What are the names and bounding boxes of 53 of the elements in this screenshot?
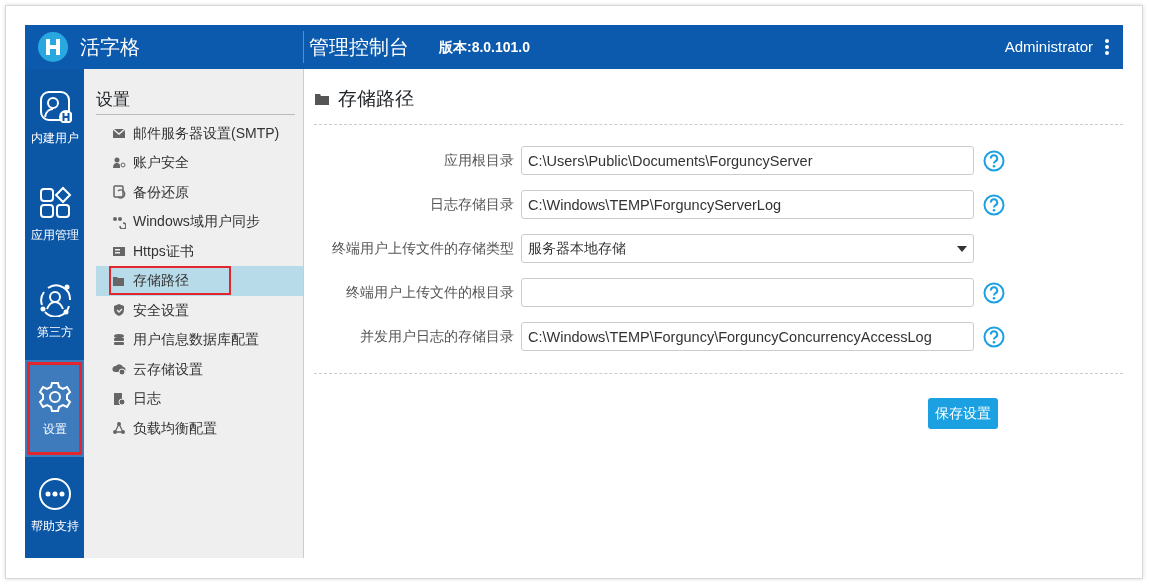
rail-item[interactable]: 帮助支持 <box>25 457 84 554</box>
field-label: 日志存储目录 <box>429 195 515 214</box>
console-title: 管理控制台 <box>309 35 409 60</box>
field-label: 终端用户上传文件的根目录 <box>345 283 515 302</box>
menu-item[interactable]: 用户信息数据库配置 <box>96 325 303 355</box>
help-icon[interactable] <box>983 281 1005 304</box>
user-key-icon <box>112 155 126 170</box>
field-label: 终端用户上传文件的存储类型 <box>331 239 515 258</box>
rail-item[interactable]: 内建用户 <box>25 69 84 166</box>
help-icon[interactable] <box>983 149 1005 172</box>
menu-item[interactable]: 云存储设置 <box>96 354 303 384</box>
menu-item[interactable]: Https证书 <box>96 236 303 266</box>
input-field[interactable]: C:\Windows\TEMP\Forguncy\ForguncyConcurrencyAccessLog <box>521 322 974 351</box>
rail-item[interactable]: 第三方 <box>25 263 84 360</box>
menu-item[interactable]: 邮件服务器设置(SMTP) <box>96 118 303 148</box>
network-icon <box>112 421 126 436</box>
logo-icon <box>38 32 68 62</box>
help-icon[interactable] <box>983 325 1005 348</box>
brand-name: 活字格 <box>80 35 140 60</box>
settings-icon <box>37 379 72 414</box>
user-orbit-icon <box>37 282 72 317</box>
input-field[interactable]: C:\Windows\TEMP\ForguncyServerLog <box>521 190 974 219</box>
input-field[interactable] <box>521 278 974 307</box>
menu-item[interactable]: 负载均衡配置 <box>96 413 303 443</box>
menu-item[interactable]: Windows域用户同步 <box>96 207 303 237</box>
menu-item[interactable]: 备份还原 <box>96 177 303 207</box>
database-icon <box>112 332 126 347</box>
user-icon <box>37 88 72 123</box>
caret-icon <box>957 245 967 252</box>
dropdown[interactable]: 服务器本地存储 <box>521 234 974 263</box>
help-icon[interactable] <box>983 193 1005 216</box>
log-icon <box>112 391 126 406</box>
menu-item[interactable]: 安全设置 <box>96 295 303 325</box>
field-label: 并发用户日志的存储目录 <box>359 327 515 346</box>
rail-item[interactable]: 应用管理 <box>25 166 84 263</box>
more-icon <box>37 476 72 511</box>
shield-icon <box>112 303 126 318</box>
field-label: 应用根目录 <box>443 151 515 170</box>
page-title: 存储路径 <box>338 87 414 111</box>
rail-item[interactable]: 设置 <box>25 360 84 457</box>
mail-icon <box>112 126 126 141</box>
input-field[interactable]: C:\Users\Public\Documents\ForguncyServer <box>521 146 974 175</box>
menu-item[interactable]: 存储路径 <box>96 266 303 296</box>
version-label: 版本:8.0.101.0 <box>439 37 531 57</box>
menu-item[interactable]: 日志 <box>96 384 303 414</box>
certificate-icon <box>112 244 126 259</box>
cloud-gear-icon <box>112 362 126 377</box>
menu-item[interactable]: 账户安全 <box>96 148 303 178</box>
apps-icon <box>37 185 72 220</box>
user-name[interactable]: Administrator <box>1004 35 1093 59</box>
menu-heading: 设置 <box>96 87 295 115</box>
restore-icon <box>112 185 126 200</box>
folder-icon <box>314 92 330 107</box>
